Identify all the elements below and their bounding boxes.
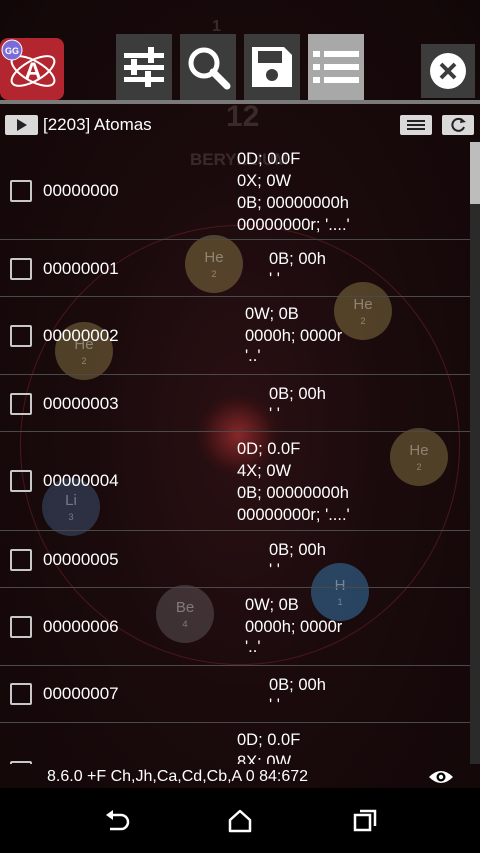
row-checkbox[interactable] (10, 683, 32, 705)
row-value-line: 8X; 0W (237, 753, 292, 764)
scrollbar-track[interactable] (470, 142, 480, 764)
list-item[interactable]: 00000008 0D; 0.0F 8X; 0W (0, 723, 470, 764)
list-icon (313, 51, 359, 83)
settings-sliders-button[interactable] (116, 34, 172, 100)
row-value-line: '..' (245, 347, 261, 365)
row-checkbox[interactable] (10, 325, 32, 347)
home-button[interactable] (225, 806, 255, 836)
row-address: 00000005 (43, 550, 119, 569)
row-value-line: '..' (245, 638, 261, 656)
row-checkbox[interactable] (10, 393, 32, 415)
memory-list: 00000000 0D; 0.0F 0X; 0W 0B; 00000000h 0… (0, 142, 470, 764)
status-bar: 8.6.0 +F Ch,Jh,Ca,Cd,Cb,A 0 84:672 (0, 764, 480, 788)
scrollbar-thumb[interactable] (470, 142, 480, 204)
recents-icon (353, 809, 377, 832)
row-checkbox[interactable] (10, 180, 32, 202)
close-icon (430, 53, 466, 89)
search-icon (188, 47, 231, 90)
play-icon (17, 119, 27, 131)
row-value-line: 0B; 00000000h (237, 484, 349, 502)
list-button[interactable] (308, 34, 364, 100)
recents-button[interactable] (350, 806, 380, 836)
play-button[interactable] (5, 115, 38, 135)
list-item[interactable]: 00000000 0D; 0.0F 0X; 0W 0B; 00000000h 0… (0, 142, 470, 240)
row-value-line: 0B; 00h (269, 250, 326, 268)
row-checkbox[interactable] (10, 616, 32, 638)
row-value-line: 0D; 0.0F (237, 150, 301, 168)
row-value-line: 0000h; 0000r (245, 327, 343, 345)
status-text: 8.6.0 +F Ch,Jh,Ca,Cd,Cb,A 0 84:672 (47, 768, 309, 785)
toolbar-divider (0, 100, 480, 104)
svg-text:A: A (24, 58, 41, 85)
toolbar: A GG (0, 0, 480, 104)
title-bar: [2203] Atomas (0, 106, 480, 142)
row-checkbox[interactable] (10, 258, 32, 280)
row-checkbox[interactable] (10, 549, 32, 571)
back-button[interactable] (102, 806, 132, 836)
row-value-line: 0000h; 0000r (245, 618, 343, 636)
list-item[interactable]: 00000005 0B; 00h ' ' (0, 531, 470, 588)
home-icon (228, 809, 252, 833)
row-address: 00000000 (43, 181, 119, 200)
row-value-line: 0B; 00h (269, 676, 326, 694)
row-address: 00000004 (43, 471, 119, 490)
close-button[interactable] (421, 44, 475, 98)
row-address: 00000002 (43, 326, 119, 345)
row-address: 00000006 (43, 617, 119, 636)
floppy-disk-icon (252, 47, 292, 87)
process-title: [2203] Atomas (43, 115, 152, 134)
refresh-icon (451, 117, 466, 132)
list-item[interactable]: 00000002 0W; 0B 0000h; 0000r '..' (0, 297, 470, 375)
row-value-line: ' ' (269, 270, 280, 288)
menu-button[interactable] (400, 115, 432, 135)
row-value-line: 0B; 00h (269, 385, 326, 403)
row-address: 00000001 (43, 259, 119, 278)
row-value-line: 00000000r; '....' (237, 506, 350, 524)
list-item[interactable]: 00000001 0B; 00h ' ' (0, 240, 470, 297)
row-value-line: 0X; 0W (237, 172, 292, 190)
sliders-icon (124, 47, 164, 87)
row-address: 00000007 (43, 684, 119, 703)
row-value-line: ' ' (269, 561, 280, 579)
menu-icon (407, 120, 425, 130)
list-item[interactable]: 00000007 0B; 00h ' ' (0, 666, 470, 723)
back-arrow-icon (106, 810, 130, 831)
svg-text:GG: GG (5, 46, 19, 56)
app-icon[interactable]: A GG (0, 38, 64, 100)
row-value-line: ' ' (269, 696, 280, 714)
system-nav-bar (0, 788, 480, 853)
row-value-line: 4X; 0W (237, 462, 292, 480)
row-value-line: 0W; 0B (245, 305, 299, 323)
list-item[interactable]: 00000006 0W; 0B 0000h; 0000r '..' (0, 588, 470, 666)
row-value-line: 0D; 0.0F (237, 731, 301, 749)
row-value-line: 0W; 0B (245, 596, 299, 614)
row-address: 00000003 (43, 394, 119, 413)
search-button[interactable] (180, 34, 236, 100)
save-button[interactable] (244, 34, 300, 100)
row-checkbox[interactable] (10, 470, 32, 492)
row-value-line: 0B; 00000000h (237, 194, 349, 212)
list-item[interactable]: 00000004 0D; 0.0F 4X; 0W 0B; 00000000h 0… (0, 432, 470, 531)
row-value-line: 0D; 0.0F (237, 440, 301, 458)
eye-icon (429, 771, 453, 783)
row-value-line: 0B; 00h (269, 541, 326, 559)
refresh-button[interactable] (442, 115, 474, 135)
row-value-line: ' ' (269, 405, 280, 423)
list-item[interactable]: 00000003 0B; 00h ' ' (0, 375, 470, 432)
row-value-line: 00000000r; '....' (237, 216, 350, 234)
